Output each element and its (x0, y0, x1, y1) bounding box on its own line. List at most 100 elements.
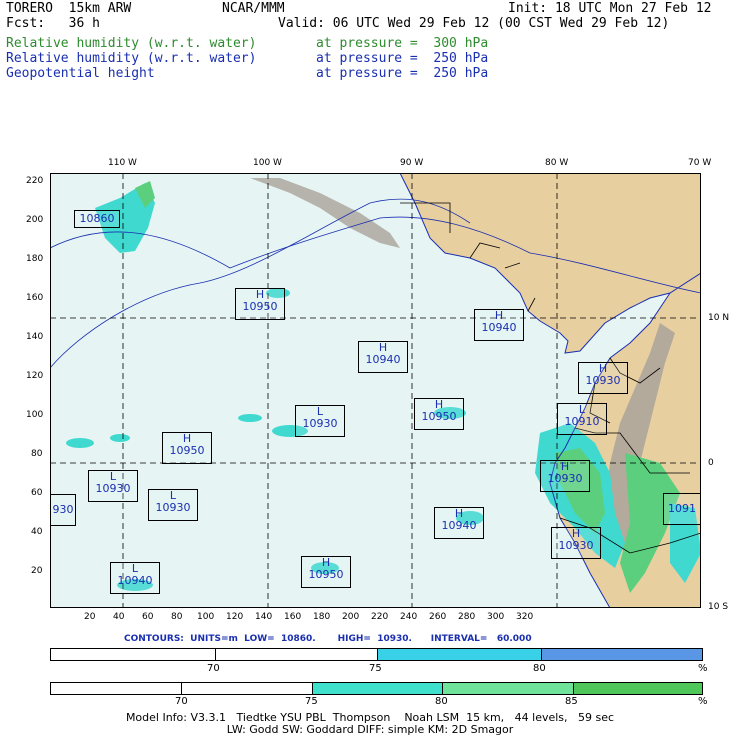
center-value: 10940 (117, 574, 153, 587)
humidity-patch-d (110, 434, 130, 442)
colorbar2-label-70: 70 (175, 696, 188, 707)
contour-info: CONTOURS: UNITS=m LOW= 10860. HIGH= 1093… (124, 634, 532, 644)
right-tick-10n: 10 N (708, 313, 730, 323)
left-tick-20: 20 (31, 566, 43, 576)
center-label: 10860 (74, 210, 120, 228)
center-value: 10950 (421, 410, 457, 423)
center-value: 10940 (481, 321, 517, 334)
left-tick-140: 140 (26, 332, 44, 342)
colorbar-segment (541, 649, 702, 660)
bottom-tick-60: 60 (142, 612, 154, 622)
center-value: 10950 (169, 444, 205, 457)
bottom-tick-160: 160 (284, 612, 302, 622)
center-label: H 10940 (474, 309, 524, 341)
center-value: 10930 (558, 539, 594, 552)
center-label: 1091 (663, 493, 701, 525)
model-info-line2: LW: Godd SW: Goddard DIFF: simple KM: 2D… (226, 723, 514, 736)
center-value: 10940 (441, 519, 477, 532)
center-value: 10930 (302, 417, 338, 430)
colorbar-segment (181, 683, 312, 694)
colorbar-segment (51, 683, 181, 694)
colorbar2-label-85: 85 (565, 696, 578, 707)
colorbar-segment (442, 683, 573, 694)
colorbar-300hpa (50, 682, 703, 695)
field-1-pressure: at pressure = 300 hPa (316, 36, 489, 51)
institution-label: NCAR/MMM (222, 1, 285, 16)
colorbar2-label-75: 75 (305, 696, 318, 707)
bottom-tick-80: 80 (171, 612, 183, 622)
top-tick-110w: 110 W (108, 158, 137, 168)
left-tick-160: 160 (26, 293, 44, 303)
center-label: H 10950 (162, 432, 212, 464)
center-value: 10910 (564, 415, 600, 428)
center-label: L 10910 (557, 403, 607, 435)
center-value: 10930 (547, 472, 583, 485)
humidity-patch-b (238, 414, 262, 422)
center-label: H 10930 (551, 527, 601, 559)
bottom-tick-200: 200 (342, 612, 360, 622)
bottom-tick-320: 320 (516, 612, 534, 622)
bottom-tick-100: 100 (197, 612, 215, 622)
top-tick-90w: 90 W (400, 158, 424, 168)
bottom-tick-260: 260 (429, 612, 447, 622)
forecast-hour: Fcst: 36 h (6, 16, 100, 31)
center-label: H 10950 (301, 556, 351, 588)
center-value: 10860 (79, 212, 115, 225)
field-2-pressure: at pressure = 250 hPa (316, 51, 489, 66)
center-label: L 10930 (88, 470, 138, 502)
center-label: H 10950 (414, 398, 464, 430)
bottom-tick-120: 120 (226, 612, 244, 622)
bottom-tick-220: 220 (371, 612, 389, 622)
left-tick-40: 40 (31, 527, 43, 537)
center-label: H 10930 (540, 460, 590, 492)
right-tick-10s: 10 S (708, 602, 729, 612)
left-tick-180: 180 (26, 254, 44, 264)
colorbar2-label-pct: % (698, 696, 708, 707)
colorbar-segment (215, 649, 377, 660)
colorbar-segment (312, 683, 442, 694)
model-title: TORERO 15km ARW (6, 1, 132, 16)
bottom-tick-280: 280 (458, 612, 476, 622)
center-label: H 10940 (358, 341, 408, 373)
bottom-tick-180: 180 (313, 612, 331, 622)
center-value: 10940 (365, 353, 401, 366)
top-tick-70w: 70 W (688, 158, 712, 168)
humidity-patch-c (66, 438, 94, 448)
colorbar2-label-80: 80 (435, 696, 448, 707)
field-3-name: Geopotential height (6, 66, 155, 81)
bottom-tick-300: 300 (487, 612, 505, 622)
center-label: 930 (50, 494, 76, 526)
center-value: 930 (52, 503, 74, 516)
colorbar1-label-70: 70 (207, 663, 220, 674)
left-tick-80: 80 (31, 449, 43, 459)
left-tick-60: 60 (31, 488, 43, 498)
colorbar1-label-pct: % (698, 663, 708, 674)
top-tick-100w: 100 W (253, 158, 282, 168)
colorbar-250hpa (50, 648, 703, 661)
bottom-tick-20: 20 (84, 612, 96, 622)
center-value: 10930 (95, 482, 131, 495)
center-value: 1091 (668, 502, 696, 515)
left-tick-100: 100 (26, 410, 44, 420)
center-label: H 10930 (578, 362, 628, 394)
field-3-pressure: at pressure = 250 hPa (316, 66, 489, 81)
colorbar-segment (573, 683, 702, 694)
bottom-tick-40: 40 (113, 612, 125, 622)
center-value: 10930 (155, 501, 191, 514)
field-2-name: Relative humidity (w.r.t. water) (6, 51, 257, 66)
center-value: 10930 (585, 374, 621, 387)
left-tick-220: 220 (26, 176, 44, 186)
colorbar-segment (51, 649, 215, 660)
center-label: L 10930 (148, 489, 198, 521)
right-tick-0: 0 (708, 458, 714, 468)
center-label: H 10950 (235, 288, 285, 320)
left-tick-120: 120 (26, 371, 44, 381)
center-label: H 10940 (434, 507, 484, 539)
field-1-name: Relative humidity (w.r.t. water) (6, 36, 257, 51)
colorbar1-label-80: 80 (533, 663, 546, 674)
valid-time: Valid: 06 UTC Wed 29 Feb 12 (00 CST Wed … (278, 16, 670, 31)
center-value: 10950 (242, 300, 278, 313)
left-tick-200: 200 (26, 215, 44, 225)
colorbar-segment (377, 649, 541, 660)
top-tick-80w: 80 W (545, 158, 569, 168)
